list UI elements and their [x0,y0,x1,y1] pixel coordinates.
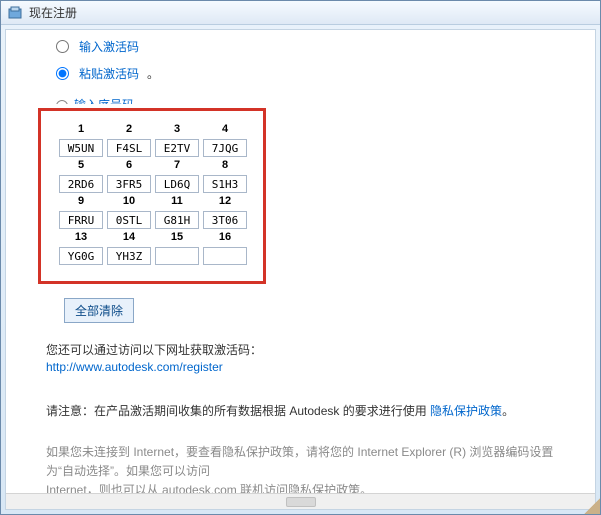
code-header: 10 [107,195,151,209]
clear-all-button[interactable]: 全部清除 [64,298,134,323]
code-header: 11 [155,195,199,209]
code-header: 2 [107,123,151,137]
code-cell-input[interactable] [155,175,199,193]
register-url-link[interactable]: http://www.autodesk.com/register [46,360,223,374]
code-header: 3 [155,123,199,137]
code-header: 6 [107,159,151,173]
code-cell-input[interactable] [203,247,247,265]
code-cell-input[interactable] [155,211,199,229]
window-title: 现在注册 [29,4,77,21]
radio-paste-code[interactable]: 粘贴激活码。 [42,65,575,82]
code-header: 1 [59,123,103,137]
code-cell-input[interactable] [107,175,151,193]
radio-paste-code-label: 粘贴激活码 [79,65,139,82]
code-header: 4 [203,123,247,137]
radio-enter-code-label: 输入激活码 [79,38,139,55]
horizontal-scrollbar[interactable] [6,493,595,509]
code-header: 7 [155,159,199,173]
code-cell-input[interactable] [155,247,199,265]
gray-line1: 如果您未连接到 Internet，要查看隐私保护政策，请将您的 Internet… [46,443,575,481]
code-cell-input[interactable] [107,211,151,229]
app-icon [7,5,23,21]
titlebar: 现在注册 [1,1,600,25]
notice-line: 请注意：在产品激活期间收集的所有数据根据 Autodesk 的要求进行使用 隐私… [46,402,575,419]
code-header: 16 [203,231,247,245]
code-cell-input[interactable] [59,175,103,193]
radio-enter-code-input[interactable] [56,40,69,53]
notice-suffix: 。 [502,404,514,418]
code-cell-input[interactable] [107,247,151,265]
code-header: 9 [59,195,103,209]
code-cell-input[interactable] [203,175,247,193]
radio-paste-code-input[interactable] [56,67,69,80]
info-block: 您还可以通过访问以下网址获取激活码： http://www.autodesk.c… [46,341,575,374]
info-line1: 您还可以通过访问以下网址获取激活码： [46,341,575,358]
code-header: 14 [107,231,151,245]
notice-prefix: 请注意：在产品激活期间收集的所有数据根据 Autodesk 的要求进行使用 [46,404,430,418]
code-cell-input[interactable] [59,139,103,157]
app-window: 现在注册 输入激活码 粘贴激活码。 输入序号码 输入序号码 1234567891… [0,0,601,515]
code-cell-input[interactable] [59,247,103,265]
code-cell-input[interactable] [155,139,199,157]
code-header: 8 [203,159,247,173]
code-header: 12 [203,195,247,209]
radio-enter-code[interactable]: 输入激活码 [42,38,575,55]
activation-code-grid: 12345678910111213141516 [38,108,266,284]
code-header: 15 [155,231,199,245]
radio-partial: 输入序号码 [42,96,575,104]
code-cell-input[interactable] [203,211,247,229]
content-area: 输入激活码 粘贴激活码。 输入序号码 输入序号码 123456789101112… [5,29,596,510]
resize-grip[interactable] [584,498,600,514]
gray-info: 如果您未连接到 Internet，要查看隐私保护政策，请将您的 Internet… [46,443,575,501]
code-header: 13 [59,231,103,245]
scrollbar-thumb[interactable] [286,497,316,507]
code-cell-input[interactable] [107,139,151,157]
privacy-link-1[interactable]: 隐私保护政策 [430,404,502,418]
code-header: 5 [59,159,103,173]
code-cell-input[interactable] [203,139,247,157]
code-cell-input[interactable] [59,211,103,229]
